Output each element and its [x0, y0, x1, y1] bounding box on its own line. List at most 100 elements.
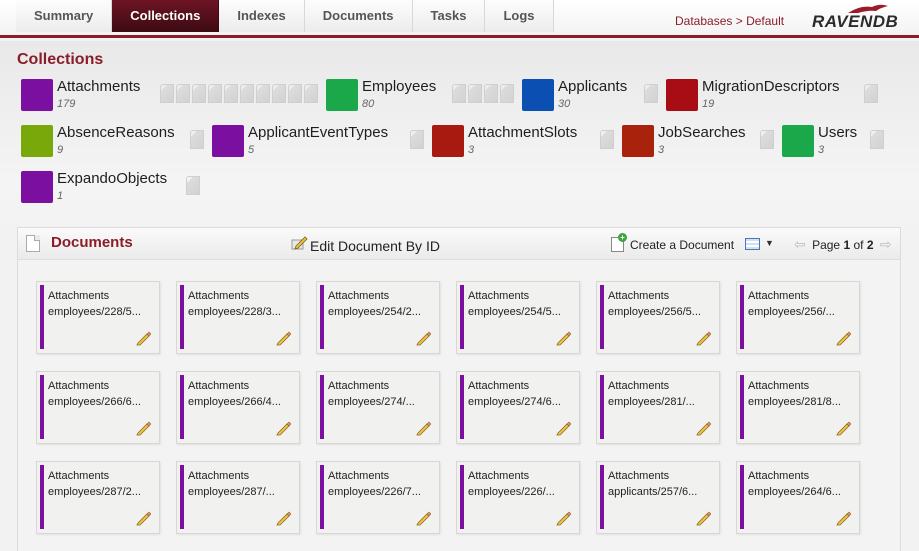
- document-page-icon[interactable]: [500, 84, 514, 103]
- pencil-icon[interactable]: [276, 421, 291, 436]
- collection-name: JobSearches: [658, 124, 746, 141]
- document-card[interactable]: Attachments employees/254/5...: [456, 281, 580, 354]
- view-mode-dropdown[interactable]: ▼: [745, 237, 774, 253]
- pencil-icon[interactable]: [556, 511, 571, 526]
- document-page-icon[interactable]: [186, 176, 200, 195]
- pencil-icon[interactable]: [276, 331, 291, 346]
- collection-color-bar: [460, 465, 464, 529]
- document-card[interactable]: Attachments employees/274/...: [316, 371, 440, 444]
- pager-text: Page 1 of 2: [812, 238, 873, 252]
- document-page-icon[interactable]: [870, 130, 884, 149]
- document-page-icon[interactable]: [208, 84, 222, 103]
- collection-color-bar: [740, 375, 744, 439]
- document-page-icon[interactable]: [190, 130, 204, 149]
- document-page-icon[interactable]: [600, 130, 614, 149]
- document-collection-name: Attachments: [48, 380, 110, 392]
- document-card[interactable]: Attachments employees/256/...: [736, 281, 860, 354]
- document-card[interactable]: Attachments employees/226/7...: [316, 461, 440, 534]
- document-page-icon[interactable]: [160, 84, 174, 103]
- documents-title: Documents: [51, 234, 133, 251]
- breadcrumb-current-database[interactable]: Default: [746, 14, 784, 28]
- tab-summary[interactable]: Summary: [16, 0, 113, 32]
- document-card[interactable]: Attachments employees/266/6...: [36, 371, 160, 444]
- document-card[interactable]: Attachments employees/256/5...: [596, 281, 720, 354]
- pencil-icon[interactable]: [416, 511, 431, 526]
- pencil-icon[interactable]: [136, 421, 151, 436]
- collection-name: MigrationDescriptors: [702, 78, 840, 95]
- document-id: employees/226/7...: [328, 486, 421, 498]
- tab-documents[interactable]: Documents: [304, 0, 413, 32]
- collection-color-bar: [600, 465, 604, 529]
- document-page-icon[interactable]: [410, 130, 424, 149]
- document-page-icon[interactable]: [484, 84, 498, 103]
- pencil-icon[interactable]: [136, 331, 151, 346]
- document-page-icon[interactable]: [864, 84, 878, 103]
- tab-indexes[interactable]: Indexes: [219, 0, 305, 32]
- pencil-icon[interactable]: [416, 331, 431, 346]
- document-card[interactable]: Attachments employees/226/...: [456, 461, 580, 534]
- pencil-icon[interactable]: [836, 511, 851, 526]
- collection-color-bar: [40, 465, 44, 529]
- collection-name: AbsenceReasons: [57, 124, 175, 141]
- collection-name: AttachmentSlots: [468, 124, 578, 141]
- document-card[interactable]: Attachments employees/266/4...: [176, 371, 300, 444]
- document-id: employees/266/4...: [188, 396, 281, 408]
- document-card[interactable]: Attachments employees/254/2...: [316, 281, 440, 354]
- pencil-icon[interactable]: [836, 331, 851, 346]
- tab-logs[interactable]: Logs: [485, 0, 554, 32]
- document-page-icon[interactable]: [304, 84, 318, 103]
- pencil-icon[interactable]: [556, 421, 571, 436]
- collection-document-stack: [870, 130, 886, 150]
- pencil-icon[interactable]: [556, 331, 571, 346]
- document-card[interactable]: Attachments employees/264/6...: [736, 461, 860, 534]
- collection-count: 5: [248, 144, 255, 156]
- document-card[interactable]: Attachments employees/287/...: [176, 461, 300, 534]
- collections-heading: Collections: [17, 51, 104, 68]
- next-page-icon[interactable]: ⇨: [880, 236, 892, 252]
- pencil-icon[interactable]: [696, 511, 711, 526]
- document-collection-name: Attachments: [608, 470, 670, 482]
- previous-page-icon[interactable]: ⇦: [794, 236, 806, 252]
- pencil-icon[interactable]: [836, 421, 851, 436]
- collection-count: 3: [658, 144, 665, 156]
- collection-color-bar: [600, 285, 604, 349]
- document-id: employees/254/2...: [328, 306, 421, 318]
- edit-document-by-id-button[interactable]: Edit Document By ID: [290, 235, 440, 254]
- document-page-icon[interactable]: [288, 84, 302, 103]
- create-document-button[interactable]: + Create a Document: [611, 233, 734, 252]
- breadcrumb-databases[interactable]: Databases: [675, 14, 732, 28]
- document-page-icon[interactable]: [644, 84, 658, 103]
- pencil-icon[interactable]: [136, 511, 151, 526]
- tab-tasks[interactable]: Tasks: [412, 0, 486, 32]
- document-page-icon[interactable]: [176, 84, 190, 103]
- document-page-icon[interactable]: [272, 84, 286, 103]
- pencil-icon[interactable]: [276, 511, 291, 526]
- document-collection-name: Attachments: [188, 290, 250, 302]
- document-card[interactable]: Attachments employees/228/3...: [176, 281, 300, 354]
- pencil-icon[interactable]: [696, 421, 711, 436]
- document-page-icon[interactable]: [760, 130, 774, 149]
- document-card[interactable]: Attachments applicants/257/6...: [596, 461, 720, 534]
- document-card[interactable]: Attachments employees/287/2...: [36, 461, 160, 534]
- tab-collections[interactable]: Collections: [112, 0, 220, 32]
- document-page-icon[interactable]: [224, 84, 238, 103]
- pencil-icon[interactable]: [416, 421, 431, 436]
- document-page-icon[interactable]: [468, 84, 482, 103]
- document-page-icon[interactable]: [452, 84, 466, 103]
- pencil-icon[interactable]: [696, 331, 711, 346]
- collection-color-swatch: [212, 125, 244, 157]
- document-card[interactable]: Attachments employees/281/8...: [736, 371, 860, 444]
- document-collection-name: Attachments: [468, 290, 530, 302]
- document-icon: [26, 235, 40, 252]
- document-card[interactable]: Attachments employees/274/6...: [456, 371, 580, 444]
- document-page-icon[interactable]: [256, 84, 270, 103]
- collection-count: 3: [468, 144, 475, 156]
- document-page-icon[interactable]: [192, 84, 206, 103]
- collection-color-bar: [460, 285, 464, 349]
- document-collection-name: Attachments: [748, 290, 810, 302]
- new-page-icon: +: [611, 233, 627, 252]
- document-page-icon[interactable]: [240, 84, 254, 103]
- document-card[interactable]: Attachments employees/281/...: [596, 371, 720, 444]
- document-card[interactable]: Attachments employees/228/5...: [36, 281, 160, 354]
- document-collection-name: Attachments: [48, 290, 110, 302]
